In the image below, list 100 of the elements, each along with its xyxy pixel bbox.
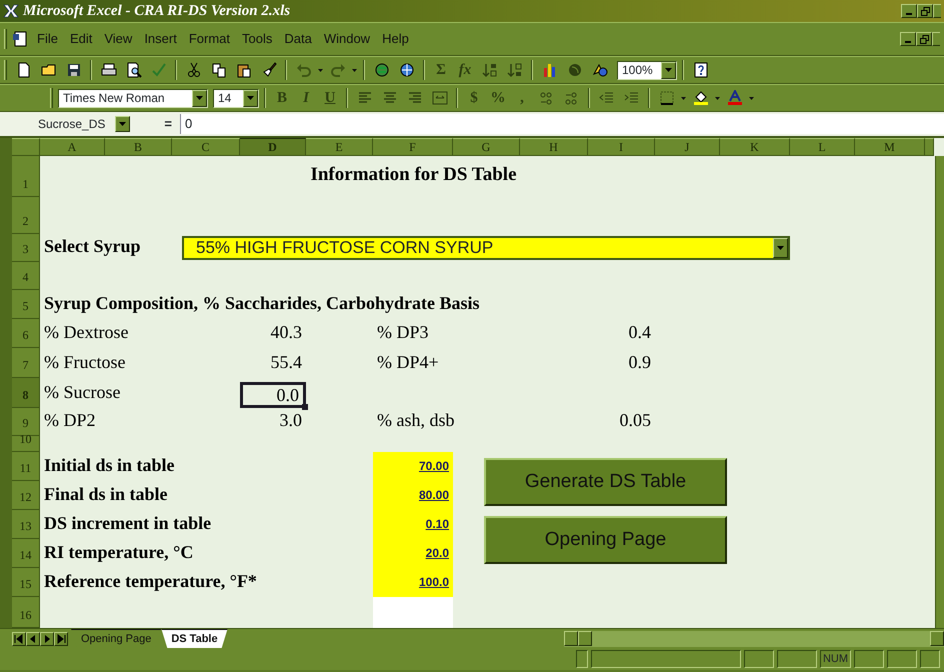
- input-cell[interactable]: 80.00: [373, 481, 453, 510]
- folder-icon[interactable]: [40, 62, 56, 78]
- column-header[interactable]: M: [855, 138, 925, 156]
- row-header[interactable]: 15: [12, 568, 40, 597]
- function-button[interactable]: fx: [454, 59, 476, 81]
- spelling-check-icon[interactable]: [150, 62, 166, 78]
- bold-button[interactable]: B: [271, 87, 293, 109]
- zoom-dropdown[interactable]: 100%: [617, 60, 677, 80]
- restore-button[interactable]: [916, 32, 932, 46]
- first-sheet-icon[interactable]: [13, 632, 25, 644]
- sheet-tab[interactable]: DS Table: [161, 628, 228, 648]
- selected-cell[interactable]: 0.0: [240, 382, 306, 408]
- action-button[interactable]: Generate DS Table: [484, 458, 727, 506]
- row-header[interactable]: 9: [12, 408, 40, 436]
- action-button[interactable]: Opening Page: [484, 516, 727, 564]
- currency-button[interactable]: $: [463, 87, 485, 109]
- comma-button[interactable]: ,: [511, 87, 533, 109]
- column-header[interactable]: E: [306, 138, 373, 156]
- row-header[interactable]: 4: [12, 262, 40, 290]
- globe-link-icon[interactable]: [374, 62, 390, 78]
- print-icon[interactable]: [100, 62, 116, 78]
- web-toolbar-icon[interactable]: [398, 62, 414, 78]
- sort-ascending-icon[interactable]: [482, 62, 498, 78]
- column-header[interactable]: [925, 138, 934, 156]
- menu-item[interactable]: File: [32, 27, 63, 51]
- minimize-button[interactable]: [900, 32, 916, 46]
- dropdown-arrow-icon[interactable]: [247, 96, 254, 100]
- percent-button[interactable]: %: [487, 87, 509, 109]
- increase-decimal-icon[interactable]: [538, 90, 554, 106]
- font-color-icon[interactable]: [726, 90, 742, 106]
- column-header[interactable]: K: [720, 138, 790, 156]
- copy-icon[interactable]: [210, 62, 226, 78]
- dropdown-arrow-icon[interactable]: [196, 96, 203, 100]
- input-cell[interactable]: [373, 597, 453, 628]
- row-header[interactable]: 11: [12, 452, 40, 481]
- close-button[interactable]: [933, 4, 941, 18]
- scissors-icon[interactable]: [186, 62, 202, 78]
- print-preview-icon[interactable]: [126, 62, 142, 78]
- help-icon[interactable]: [692, 62, 708, 78]
- menu-item[interactable]: Edit: [64, 27, 98, 51]
- drawing-shapes-icon[interactable]: [592, 62, 608, 78]
- row-header[interactable]: 1: [12, 156, 40, 197]
- row-header[interactable]: 3: [12, 234, 40, 262]
- column-header[interactable]: H: [520, 138, 588, 156]
- decrease-decimal-icon[interactable]: [564, 90, 580, 106]
- row-header[interactable]: 14: [12, 539, 40, 568]
- merge-center-icon[interactable]: [432, 90, 448, 106]
- row-header[interactable]: 13: [12, 510, 40, 539]
- restore-button[interactable]: [917, 4, 933, 18]
- dropdown-arrow-icon[interactable]: [119, 122, 126, 126]
- borders-icon[interactable]: [658, 90, 674, 106]
- last-sheet-icon[interactable]: [55, 632, 67, 644]
- syrup-dropdown[interactable]: 55% HIGH FRUCTOSE CORN SYRUP: [182, 236, 790, 260]
- menu-item[interactable]: Format: [184, 27, 235, 51]
- fill-color-icon[interactable]: [692, 90, 708, 106]
- menu-item[interactable]: Tools: [237, 27, 278, 51]
- italic-button[interactable]: I: [295, 87, 317, 109]
- row-header[interactable]: 10: [12, 436, 40, 452]
- row-header[interactable]: 6: [12, 319, 40, 348]
- column-header[interactable]: L: [790, 138, 855, 156]
- font-size-dropdown[interactable]: 14: [213, 88, 259, 108]
- row-header[interactable]: 2: [12, 197, 40, 234]
- column-header[interactable]: B: [105, 138, 172, 156]
- column-header[interactable]: C: [172, 138, 240, 156]
- align-center-icon[interactable]: [382, 90, 398, 106]
- menu-item[interactable]: Help: [377, 27, 414, 51]
- sort-descending-icon[interactable]: [506, 62, 522, 78]
- select-all-button[interactable]: [12, 138, 40, 156]
- input-cell[interactable]: 20.0: [373, 539, 453, 568]
- menu-item[interactable]: Window: [318, 27, 376, 51]
- menu-item[interactable]: Data: [279, 27, 317, 51]
- font-dropdown[interactable]: Times New Roman: [58, 88, 208, 108]
- dropdown-arrow-icon[interactable]: [665, 68, 672, 72]
- vertical-scrollbar[interactable]: [935, 156, 944, 628]
- menu-item[interactable]: View: [99, 27, 138, 51]
- input-cell[interactable]: 0.10: [373, 510, 453, 539]
- autosum-button[interactable]: Σ: [430, 59, 452, 81]
- bar-chart-icon[interactable]: [542, 62, 558, 78]
- paste-icon[interactable]: [236, 62, 252, 78]
- row-header[interactable]: 12: [12, 481, 40, 510]
- paintbrush-icon[interactable]: [260, 62, 276, 78]
- column-header[interactable]: J: [655, 138, 720, 156]
- new-document-icon[interactable]: [16, 62, 32, 78]
- underline-button[interactable]: U: [319, 87, 341, 109]
- align-right-icon[interactable]: [406, 90, 422, 106]
- formula-field[interactable]: 0: [180, 114, 944, 134]
- row-header[interactable]: 5: [12, 290, 40, 319]
- column-header[interactable]: D: [240, 138, 306, 156]
- dropdown-arrow-icon[interactable]: [777, 246, 784, 250]
- column-header[interactable]: I: [588, 138, 655, 156]
- column-header[interactable]: F: [373, 138, 453, 156]
- horizontal-scrollbar[interactable]: [564, 630, 944, 646]
- input-cell[interactable]: 100.0: [373, 568, 453, 597]
- input-cell[interactable]: 70.00: [373, 452, 453, 481]
- close-button[interactable]: [932, 32, 940, 46]
- menu-item[interactable]: Insert: [139, 27, 182, 51]
- row-header[interactable]: 7: [12, 348, 40, 378]
- row-header[interactable]: 16: [12, 597, 40, 628]
- column-header[interactable]: A: [40, 138, 105, 156]
- minimize-button[interactable]: [901, 4, 917, 18]
